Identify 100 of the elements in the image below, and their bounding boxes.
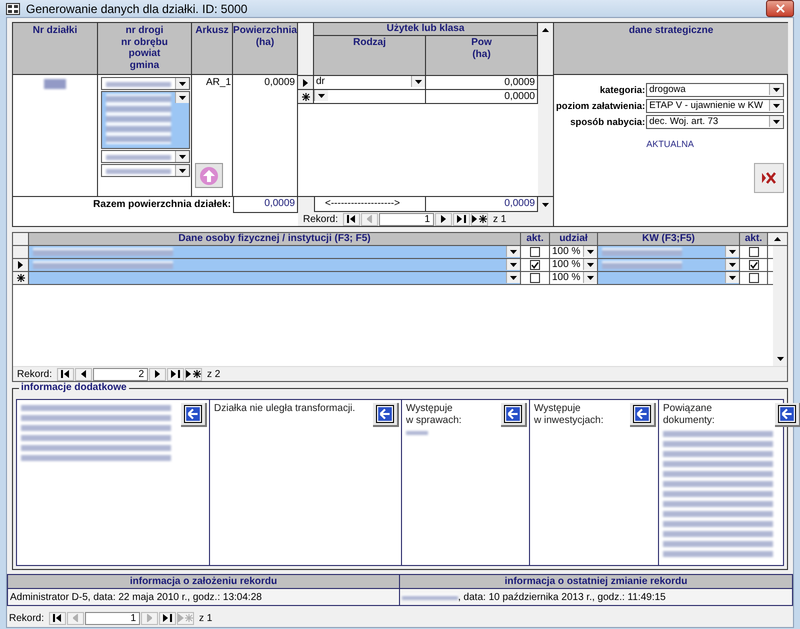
dropdown-button[interactable] (506, 246, 520, 257)
record-nav-button[interactable] (159, 612, 176, 624)
dropdown-field[interactable] (29, 272, 521, 284)
back-button[interactable] (181, 403, 207, 427)
caret-icon (510, 262, 517, 266)
dropdown-field[interactable]: dr (314, 76, 426, 89)
record-selector[interactable] (298, 76, 314, 89)
record-number-field[interactable]: 2 (93, 368, 148, 380)
land-type-value: dr (315, 76, 326, 89)
scroll-down-button[interactable] (538, 197, 553, 212)
dropdown-button[interactable] (769, 100, 784, 111)
section-header: informacja o ostatniej zmianie rekordu (400, 575, 792, 589)
dropdown-field[interactable] (101, 150, 190, 163)
field-label: kategoria: (600, 84, 646, 96)
dropdown-button[interactable] (175, 92, 189, 103)
dropdown-button[interactable] (583, 246, 597, 257)
dropdown-field[interactable]: 100 % (550, 272, 598, 284)
dropdown-button[interactable] (506, 259, 520, 270)
scroll-up-icon[interactable] (542, 28, 549, 32)
caret-icon (587, 250, 594, 254)
scroll-up-icon[interactable] (774, 237, 781, 241)
dropdown-field[interactable] (101, 164, 190, 177)
section-header: informacja o założeniu rekordu (8, 575, 399, 589)
column-header: Użytek lub klasa (314, 23, 538, 36)
redacted-text (402, 594, 458, 600)
dropdown-field[interactable] (314, 90, 426, 103)
dropdown-button[interactable] (411, 76, 425, 87)
record-nav-button[interactable] (185, 368, 202, 380)
back-button[interactable] (775, 403, 800, 427)
record-nav-button[interactable] (453, 212, 470, 226)
record-selector[interactable] (298, 90, 314, 103)
dropdown-field[interactable]: drogowa (646, 83, 784, 97)
back-button[interactable] (630, 403, 656, 427)
checkbox[interactable] (748, 260, 758, 270)
dropdown-field[interactable] (598, 259, 740, 271)
record-nav-button[interactable] (149, 368, 166, 380)
previous-record-icon (81, 370, 86, 378)
dropdown-button[interactable] (583, 272, 597, 283)
checkbox[interactable] (530, 273, 540, 283)
record-number-field[interactable]: 1 (85, 612, 140, 624)
dropdown-field[interactable]: dec. Woj. art. 73 (646, 115, 784, 129)
new-record-icon (16, 274, 24, 282)
record-number-field[interactable]: 1 (379, 212, 434, 226)
dropdown-button[interactable] (769, 116, 784, 127)
dropdown-button[interactable] (725, 246, 739, 257)
caret-icon (179, 82, 186, 86)
dropdown-button[interactable] (506, 272, 520, 283)
dropdown-button[interactable] (725, 259, 739, 270)
last-record-icon (163, 614, 172, 622)
dropdown-button[interactable] (583, 259, 597, 270)
record-nav-button[interactable] (167, 368, 184, 380)
total-label: Razem powierzchnia działek: (93, 199, 232, 210)
caret-icon (587, 276, 594, 280)
record-nav-button[interactable] (57, 368, 74, 380)
scroll-up-button[interactable] (538, 23, 553, 36)
dropdown-field[interactable] (29, 259, 521, 271)
caret-icon (729, 250, 736, 254)
dropdown-field[interactable] (101, 77, 190, 90)
previous-record-icon (73, 614, 78, 622)
left-arrow-icon (184, 405, 202, 423)
record-nav-button[interactable] (435, 212, 452, 226)
dropdown-button[interactable] (725, 272, 739, 283)
next-record-icon (147, 614, 152, 622)
checkbox[interactable] (748, 247, 758, 257)
record-nav-button[interactable] (75, 368, 92, 380)
close-button[interactable] (766, 0, 794, 17)
up-button[interactable] (195, 163, 223, 188)
record-nav-button[interactable] (471, 212, 488, 226)
new-record-icon (186, 370, 202, 378)
back-button[interactable] (501, 403, 527, 427)
record-selector[interactable] (13, 272, 29, 284)
column-header: Rodzaj (314, 36, 426, 75)
column-header: Powierzchnia (ha) (233, 23, 298, 75)
checkbox[interactable] (530, 247, 540, 257)
dropdown-button[interactable] (175, 78, 189, 89)
dropdown-field[interactable]: 100 % (550, 259, 598, 271)
record-nav-button[interactable] (343, 212, 360, 226)
dropdown-field[interactable] (598, 246, 740, 258)
dropdown-field[interactable]: 100 % (550, 246, 598, 258)
scrollbar-track[interactable] (773, 246, 787, 366)
record-nav-button[interactable] (49, 612, 66, 624)
column-header: KW (F3;F5) (598, 233, 740, 245)
dropdown-field[interactable]: ETAP V - ujawnienie w KW (646, 99, 784, 113)
scroll-down-icon[interactable] (776, 357, 784, 361)
dropdown-button[interactable] (314, 90, 328, 101)
dropdown-field[interactable] (598, 272, 740, 284)
scroll-up-button[interactable] (768, 233, 787, 245)
record-selector[interactable] (13, 246, 29, 258)
record-info-text: Administrator D-5, data: 22 maja 2010 r., godz.: 13:04:28 (10, 592, 262, 602)
dropdown-button[interactable] (769, 84, 784, 95)
checkbox[interactable] (530, 260, 540, 270)
dropdown-field[interactable] (101, 91, 190, 149)
dropdown-field[interactable] (29, 246, 521, 258)
back-button[interactable] (373, 403, 399, 427)
scroll-down-icon[interactable] (542, 202, 549, 206)
record-selector[interactable] (13, 259, 29, 271)
checkbox[interactable] (748, 273, 758, 283)
delete-button[interactable] (754, 163, 784, 193)
dropdown-button[interactable] (175, 151, 189, 162)
dropdown-button[interactable] (175, 165, 189, 176)
